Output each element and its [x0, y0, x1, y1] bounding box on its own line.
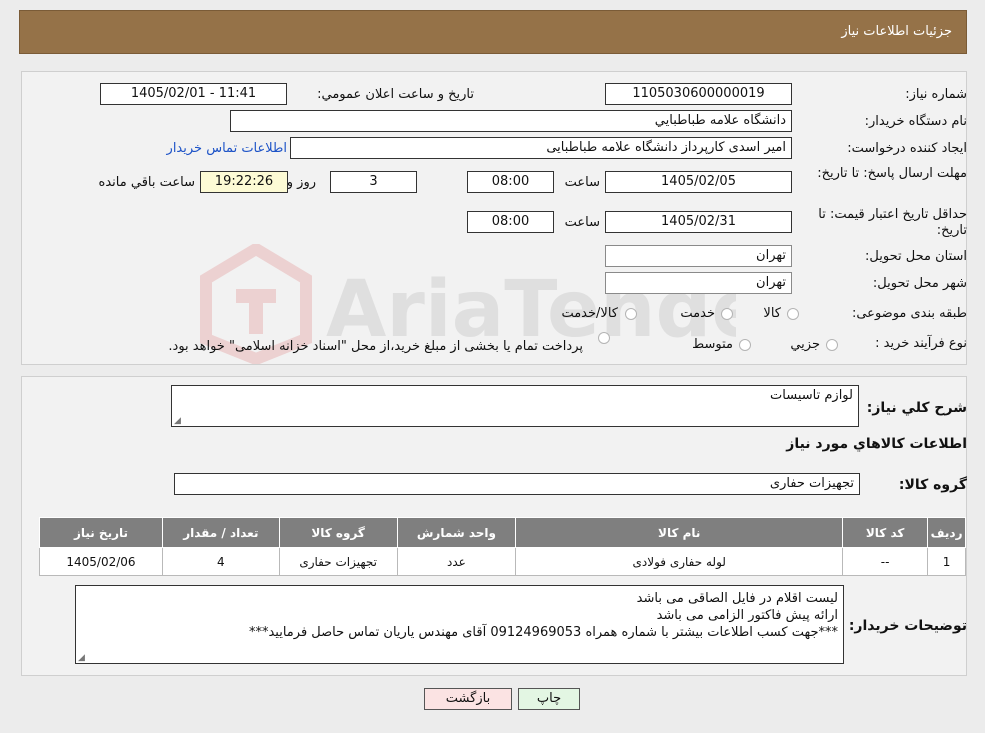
resize-handle-icon[interactable]: ◢: [174, 416, 181, 426]
announce-label: تاریخ و ساعت اعلان عمومي:: [317, 87, 474, 102]
process-note: پرداخت تمام يا بخشی از مبلغ خريد،از محل …: [168, 339, 583, 354]
deadline-date-field: 1405/02/05: [605, 171, 792, 193]
category-goods-radio[interactable]: [787, 308, 799, 320]
buyer-org-field: دانشگاه علامه طباطبايي: [230, 110, 792, 132]
summary-field: لوازم تاسیسات ◢: [171, 385, 859, 427]
group-field: تجهیزات حفاری: [174, 473, 860, 495]
process-minor-radio[interactable]: [826, 339, 838, 351]
summary-text: لوازم تاسیسات: [770, 388, 853, 403]
col-header-unit: واحد شمارش: [396, 517, 517, 548]
items-title: اطلاعات کالاهاي مورد نياز: [786, 436, 967, 452]
deadline-time-label: ساعت: [564, 175, 600, 190]
category-goods-service-radio[interactable]: [625, 308, 637, 320]
table-row: 1 -- لوله حفاری فولادی عدد تجهیزات حفاری…: [39, 547, 966, 576]
category-service-radio[interactable]: [721, 308, 733, 320]
buyer-org-label: نام دستگاه خريدار:: [864, 114, 967, 129]
remaining-label: ساعت باقي مانده: [98, 175, 195, 190]
col-header-item-name: نام کالا: [515, 517, 844, 548]
buyer-contact-link[interactable]: اطلاعات تماس خريدار: [167, 141, 287, 156]
process-treasury-checkbox[interactable]: [598, 332, 610, 344]
deadline-time-field: 08:00: [467, 171, 554, 193]
cell-quantity: 4: [161, 547, 280, 576]
cell-unit: عدد: [396, 547, 517, 576]
validity-label: حداقل تاريخ اعتبار قيمت: تا تاريخ:: [818, 207, 967, 238]
deadline-label: مهلت ارسال پاسخ: تا تاريخ:: [817, 166, 967, 181]
process-label: نوع فرآيند خريد :: [875, 336, 967, 351]
process-minor-label: جزيي: [790, 337, 820, 352]
need-number-label: شماره نیاز:: [905, 87, 967, 102]
city-label: شهر محل تحويل:: [872, 276, 967, 291]
process-medium-label: متوسط: [692, 337, 733, 352]
col-header-row-number: رديف: [927, 517, 966, 548]
province-label: استان محل تحويل:: [865, 249, 967, 264]
cell-group: تجهیزات حفاری: [278, 547, 398, 576]
category-service-label: خدمت: [680, 306, 715, 321]
cell-item-name: لوله حفاری فولادی: [515, 547, 844, 576]
announce-datetime-field: 1405/02/01 - 11:41: [100, 83, 287, 105]
city-field: تهران: [605, 272, 792, 294]
need-number-field: 1105030600000019: [605, 83, 792, 105]
page-header: جزئیات اطلاعات نیاز: [19, 10, 967, 54]
buyer-note-line: ارائه پیش فاکتور الزامی می باشد: [656, 608, 838, 623]
category-goods-service-label: کالا/خدمت: [561, 306, 618, 321]
validity-time-label: ساعت: [564, 215, 600, 230]
validity-time-field: 08:00: [467, 211, 554, 233]
col-header-item-code: کد کالا: [842, 517, 929, 548]
back-button[interactable]: بازگشت: [424, 688, 512, 710]
days-field: 3: [330, 171, 417, 193]
validity-date-field: 1405/02/31: [605, 211, 792, 233]
category-label: طبقه بندی موضوعی:: [851, 306, 967, 321]
print-button[interactable]: چاپ: [518, 688, 580, 710]
cell-item-code: --: [842, 547, 929, 576]
buyer-note-line: ***جهت کسب اطلاعات بیشتر با شماره همراه …: [248, 625, 838, 640]
summary-label: شرح کلي نياز:: [866, 400, 967, 416]
buyer-notes-field: لیست اقلام در فایل الصاقی می باشد ارائه …: [75, 585, 844, 664]
col-header-quantity: تعداد / مقدار: [161, 517, 280, 548]
resize-handle-icon[interactable]: ◢: [78, 653, 85, 663]
col-header-need-date: تاريخ نياز: [39, 517, 163, 548]
page-title: جزئیات اطلاعات نیاز: [841, 24, 952, 39]
category-goods-label: کالا: [763, 306, 781, 321]
cell-row-number: 1: [927, 547, 966, 576]
cell-need-date: 1405/02/06: [39, 547, 163, 576]
province-field: تهران: [605, 245, 792, 267]
table-header-row: رديف کد کالا نام کالا واحد شمارش گروه کا…: [39, 517, 966, 548]
col-header-group: گروه کالا: [278, 517, 398, 548]
days-label: روز و: [286, 175, 316, 190]
group-label: گروه کالا:: [898, 477, 967, 493]
items-table: رديف کد کالا نام کالا واحد شمارش گروه کا…: [39, 517, 966, 576]
buyer-notes-label: توضيحات خريدار:: [848, 618, 967, 634]
creator-label: ايجاد کننده درخواست:: [847, 141, 967, 156]
remaining-time-field: 19:22:26: [200, 171, 288, 193]
process-medium-radio[interactable]: [739, 339, 751, 351]
buyer-note-line: لیست اقلام در فایل الصاقی می باشد: [636, 591, 838, 606]
creator-field: امیر اسدی کارپرداز دانشگاه علامه طباطبای…: [290, 137, 792, 159]
